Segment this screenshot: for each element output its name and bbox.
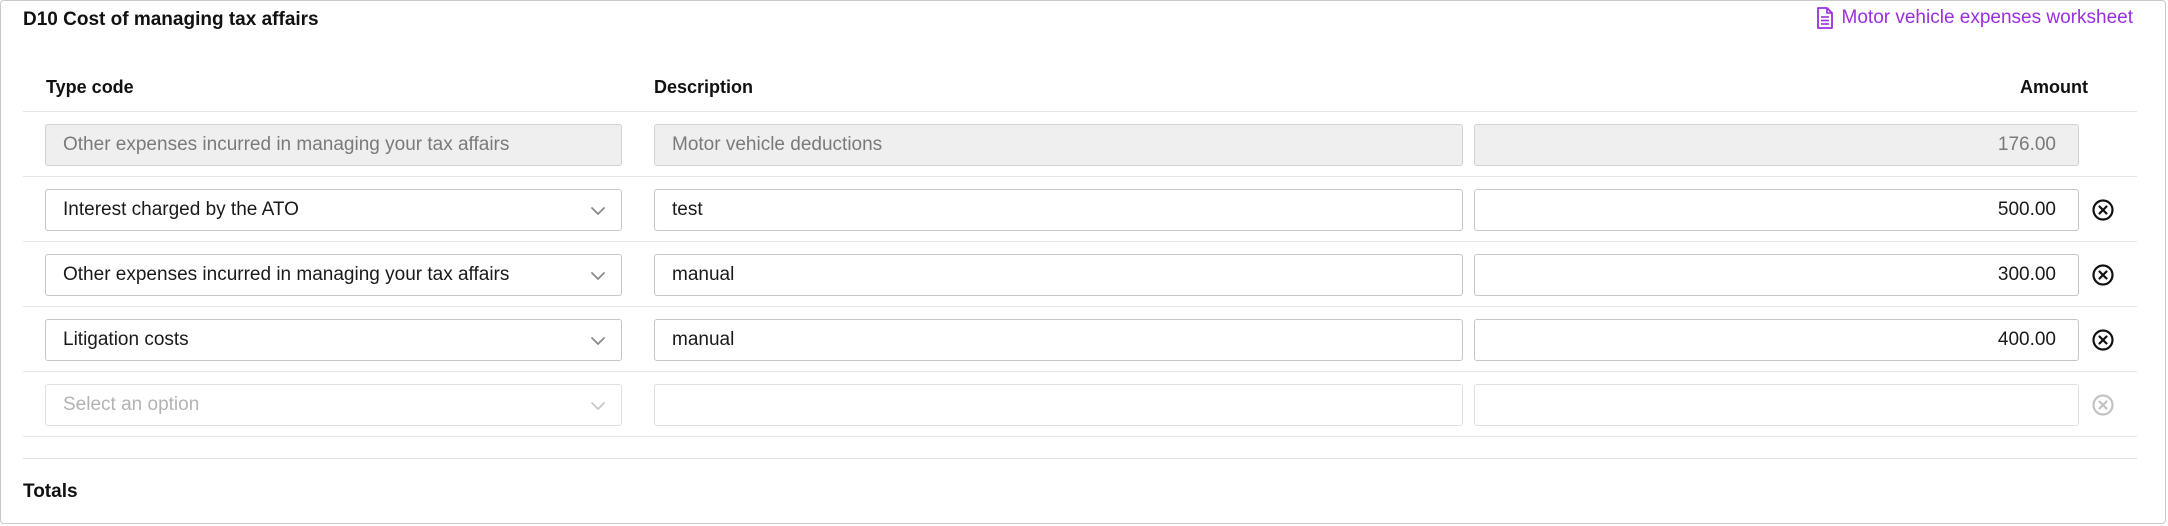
table-row: Other expenses incurred in managing your… [23,242,2137,307]
description-input: Motor vehicle deductions [654,124,1463,166]
table-header: Type code Description Amount [23,73,2137,112]
header-description: Description [654,77,754,97]
description-input[interactable]: test [654,189,1463,231]
cost-of-managing-tax-affairs-panel: D10 Cost of managing tax affairs Motor v… [0,0,2166,524]
description-input[interactable]: manual [654,319,1463,361]
totals-heading: Totals [23,481,78,502]
type-code-select[interactable]: Other expenses incurred in managing your… [45,254,622,296]
amount-input[interactable] [1474,384,2079,426]
section-title: D10 Cost of managing tax affairs [23,9,319,30]
type-code-select[interactable]: Litigation costs [45,319,622,361]
chevron-down-icon [591,402,605,410]
table-row: Other expenses incurred in managing your… [23,112,2137,177]
worksheet-link-label[interactable]: Motor vehicle expenses worksheet [1842,7,2133,29]
type-code-select[interactable]: Interest charged by the ATO [45,189,622,231]
chevron-down-icon [591,337,605,345]
close-circle-icon [2092,394,2114,416]
close-circle-icon[interactable] [2091,328,2115,352]
close-circle-icon[interactable] [2091,198,2115,222]
header-amount: Amount [2020,77,2088,97]
chevron-down-icon [591,272,605,280]
table-row-new: Select an option [23,372,2137,437]
type-code-select[interactable]: Select an option [45,384,622,426]
header-type-code: Type code [46,77,134,97]
table-row: Interest charged by the ATO test 500.00 [23,177,2137,242]
amount-input[interactable]: 500.00 [1474,189,2079,231]
table-row: Litigation costs manual 400.00 [23,307,2137,372]
motor-vehicle-worksheet-link[interactable]: Motor vehicle expenses worksheet [1816,7,2133,29]
amount-input[interactable]: 300.00 [1474,254,2079,296]
amount-input[interactable]: 400.00 [1474,319,2079,361]
document-icon [1816,7,1833,29]
type-code-select: Other expenses incurred in managing your… [45,124,622,166]
divider [23,458,2137,459]
chevron-down-icon [591,207,605,215]
close-circle-icon[interactable] [2091,263,2115,287]
description-input[interactable] [654,384,1463,426]
description-input[interactable]: manual [654,254,1463,296]
amount-input: 176.00 [1474,124,2079,166]
